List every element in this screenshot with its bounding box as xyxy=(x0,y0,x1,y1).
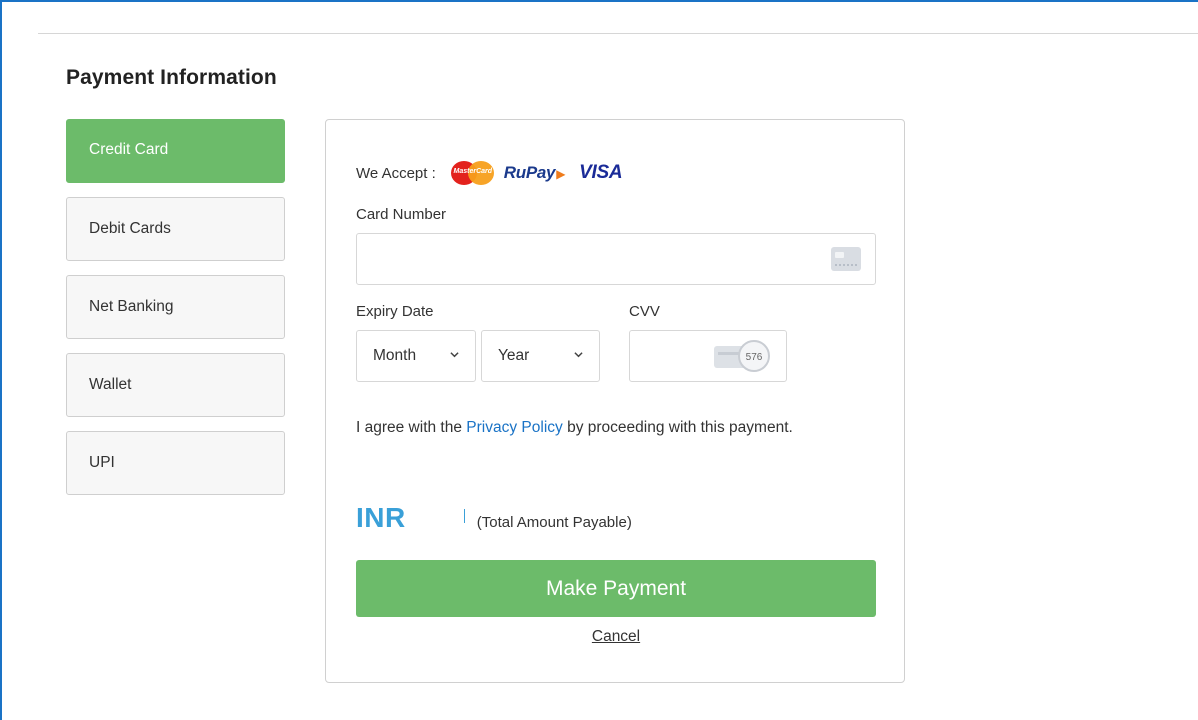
method-label: Debit Cards xyxy=(89,220,171,237)
chevron-down-icon xyxy=(450,352,459,358)
agree-suffix: by proceeding with this payment. xyxy=(562,419,793,436)
total-amount-row: INR (Total Amount Payable) xyxy=(356,502,632,534)
method-label: UPI xyxy=(89,454,115,471)
method-label: Credit Card xyxy=(89,141,169,158)
rupay-logo: RuPay▶ xyxy=(503,163,566,182)
year-selected-value: Year xyxy=(498,347,530,364)
currency-label: INR xyxy=(356,502,406,533)
chevron-down-icon xyxy=(574,352,583,358)
divider xyxy=(38,33,1198,34)
card-number-label: Card Number xyxy=(356,206,447,223)
expiry-year-select[interactable]: Year xyxy=(481,330,600,382)
amount-note: (Total Amount Payable) xyxy=(476,514,632,531)
agreement-text: I agree with the Privacy Policy by proce… xyxy=(356,416,826,440)
rupay-logo-text: RuPay xyxy=(503,163,556,182)
privacy-policy-link[interactable]: Privacy Policy xyxy=(466,419,562,436)
method-label: Wallet xyxy=(89,376,132,393)
visa-logo: VISA xyxy=(579,162,623,183)
amount-value xyxy=(463,509,465,523)
make-payment-button[interactable]: Make Payment xyxy=(356,560,876,617)
method-wallet[interactable]: Wallet xyxy=(66,353,285,417)
payment-method-list: Credit Card Debit Cards Net Banking Wall… xyxy=(66,119,285,509)
method-credit-card[interactable]: Credit Card xyxy=(66,119,285,183)
method-debit-cards[interactable]: Debit Cards xyxy=(66,197,285,261)
card-payment-panel: We Accept : MasterCard RuPay▶ VISA Card … xyxy=(325,119,905,683)
agree-prefix: I agree with the xyxy=(356,419,467,436)
cvv-label: CVV xyxy=(629,303,660,320)
page-title: Payment Information xyxy=(66,66,277,89)
method-net-banking[interactable]: Net Banking xyxy=(66,275,285,339)
we-accept-label: We Accept : xyxy=(356,164,436,182)
card-number-input[interactable] xyxy=(356,233,876,285)
mastercard-logo-text: MasterCard xyxy=(453,168,493,175)
credit-card-icon xyxy=(831,247,861,271)
cvv-icon-text: 576 xyxy=(746,352,763,363)
method-label: Net Banking xyxy=(89,298,174,315)
month-selected-value: Month xyxy=(373,347,417,364)
expiry-month-select[interactable]: Month xyxy=(356,330,476,382)
mastercard-logo: MasterCard xyxy=(450,160,496,186)
accepted-cards-row: We Accept : MasterCard RuPay▶ VISA xyxy=(356,160,623,186)
cvv-input[interactable]: 576 xyxy=(629,330,787,382)
method-upi[interactable]: UPI xyxy=(66,431,285,495)
cancel-link[interactable]: Cancel xyxy=(356,628,876,646)
expiry-date-label: Expiry Date xyxy=(356,303,434,320)
cvv-card-icon: 576 xyxy=(714,340,770,372)
